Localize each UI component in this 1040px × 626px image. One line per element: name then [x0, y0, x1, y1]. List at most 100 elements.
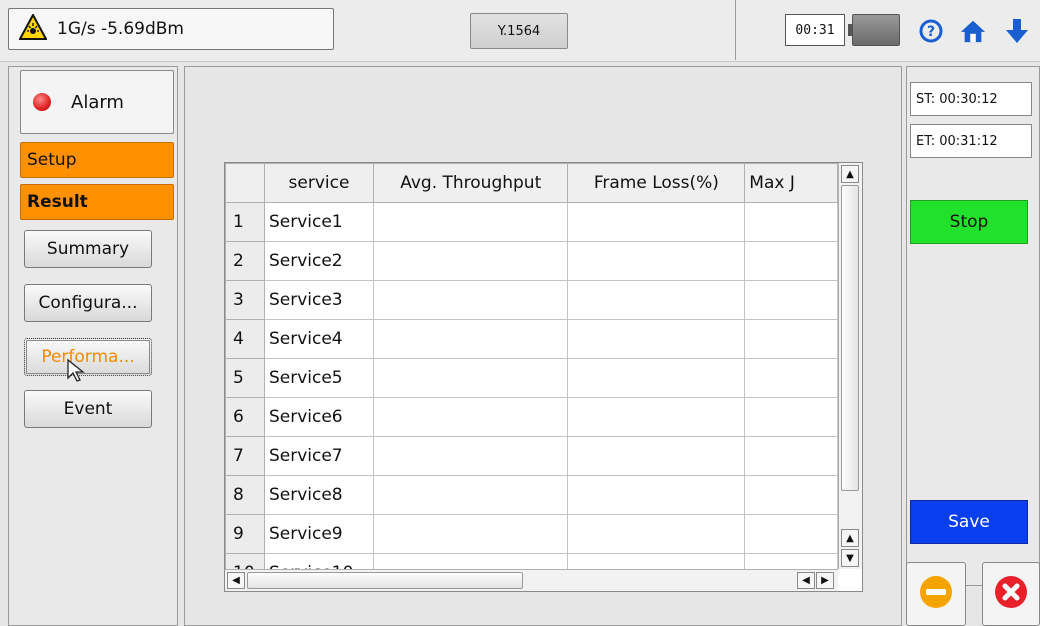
svg-text:?: ? [927, 24, 935, 40]
max-jitter-cell [744, 202, 838, 242]
throughput-cell [372, 514, 569, 554]
clock-display: 00:31 [785, 14, 845, 46]
frame-loss-cell [567, 514, 746, 554]
column-header-frame-loss[interactable]: Frame Loss(%) [567, 163, 746, 203]
row-number: 1 [225, 202, 265, 242]
minimize-button[interactable] [906, 562, 966, 626]
scroll-up-arrow-icon[interactable]: ▲ [841, 529, 859, 547]
row-number: 4 [225, 319, 265, 359]
scroll-right-arrow-icon[interactable]: ▶ [816, 572, 834, 589]
alarm-button[interactable]: Alarm [20, 70, 174, 134]
scroll-left-arrow-icon[interactable]: ◀ [797, 572, 815, 589]
table-row[interactable]: 4 Service4 [225, 319, 838, 359]
max-jitter-cell [744, 436, 838, 476]
service-cell: Service3 [263, 280, 374, 320]
nav-event-button[interactable]: Event [24, 390, 152, 428]
table-row[interactable]: 2 Service2 [225, 241, 838, 281]
throughput-cell [372, 202, 569, 242]
throughput-cell [372, 475, 569, 515]
scroll-up-arrow-icon[interactable]: ▲ [841, 165, 859, 183]
max-jitter-cell [744, 358, 838, 398]
table-row[interactable]: 3 Service3 [225, 280, 838, 320]
max-jitter-cell [744, 319, 838, 359]
table-row[interactable]: 5 Service5 [225, 358, 838, 398]
scroll-left-arrow-icon[interactable]: ◀ [227, 572, 245, 589]
signal-text: 1G/s -5.69dBm [57, 19, 184, 39]
scroll-down-arrow-icon[interactable]: ▼ [841, 549, 859, 567]
throughput-cell [372, 553, 569, 569]
max-jitter-cell [744, 553, 838, 569]
row-number: 7 [225, 436, 265, 476]
max-jitter-cell [744, 280, 838, 320]
row-number: 2 [225, 241, 265, 281]
stop-button[interactable]: Stop [910, 200, 1028, 244]
table-corner-cell [225, 163, 265, 203]
help-icon[interactable]: ? [918, 18, 944, 44]
row-number: 10 [225, 553, 265, 569]
frame-loss-cell [567, 475, 746, 515]
frame-loss-cell [567, 436, 746, 476]
throughput-cell [372, 319, 569, 359]
save-button[interactable]: Save [910, 500, 1028, 544]
frame-loss-cell [567, 241, 746, 281]
table-row[interactable]: 1 Service1 [225, 202, 838, 242]
nav-performance-button[interactable]: Performa... [24, 338, 152, 376]
horizontal-scroll-thumb[interactable] [247, 572, 523, 589]
tab-result[interactable]: Result [20, 184, 174, 220]
max-jitter-cell [744, 241, 838, 281]
throughput-cell [372, 280, 569, 320]
service-cell: Service1 [263, 202, 374, 242]
row-number: 5 [225, 358, 265, 398]
vertical-scroll-thumb[interactable] [841, 185, 859, 491]
frame-loss-cell [567, 280, 746, 320]
tab-setup[interactable]: Setup [20, 142, 174, 178]
column-header-avg-throughput[interactable]: Avg. Throughput [372, 163, 569, 203]
close-icon [993, 574, 1029, 614]
row-number: 3 [225, 280, 265, 320]
nav-summary-button[interactable]: Summary [24, 230, 152, 268]
alarm-indicator-icon [33, 93, 51, 111]
laser-warning-icon [18, 12, 48, 44]
service-cell: Service4 [263, 319, 374, 359]
close-button[interactable] [982, 562, 1040, 626]
max-jitter-cell [744, 475, 838, 515]
service-cell: Service10 [263, 553, 374, 569]
frame-loss-cell [567, 319, 746, 359]
frame-loss-cell [567, 358, 746, 398]
service-cell: Service9 [263, 514, 374, 554]
start-time-display: ST: 00:30:12 [910, 82, 1032, 116]
vertical-scrollbar[interactable]: ▲ ▲ ▼ [838, 163, 862, 569]
table-header-row: service Avg. Throughput Frame Loss(%) Ma… [225, 163, 838, 203]
results-table: service Avg. Throughput Frame Loss(%) Ma… [224, 162, 863, 592]
arrow-down-icon[interactable] [1004, 18, 1030, 44]
signal-status-box: 1G/s -5.69dBm [8, 8, 334, 50]
row-number: 8 [225, 475, 265, 515]
table-row[interactable]: 7 Service7 [225, 436, 838, 476]
max-jitter-cell [744, 514, 838, 554]
mode-button[interactable]: Y.1564 [470, 13, 568, 49]
throughput-cell [372, 241, 569, 281]
throughput-cell [372, 397, 569, 437]
table-row[interactable]: 6 Service6 [225, 397, 838, 437]
alarm-label: Alarm [71, 91, 124, 113]
max-jitter-cell [744, 397, 838, 437]
column-header-service[interactable]: service [263, 163, 374, 203]
row-number: 9 [225, 514, 265, 554]
table-row[interactable]: 8 Service8 [225, 475, 838, 515]
column-header-max-jitter[interactable]: Max J [744, 163, 838, 203]
minus-circle-icon [918, 574, 954, 614]
top-divider [735, 0, 736, 60]
home-icon[interactable] [960, 18, 986, 44]
throughput-cell [372, 436, 569, 476]
table-row[interactable]: 9 Service9 [225, 514, 838, 554]
horizontal-scrollbar[interactable]: ◀ ◀ ▶ [225, 569, 838, 591]
frame-loss-cell [567, 553, 746, 569]
row-number: 6 [225, 397, 265, 437]
battery-icon [848, 14, 900, 46]
mouse-cursor-icon [66, 358, 88, 388]
service-cell: Service5 [263, 358, 374, 398]
nav-configuration-button[interactable]: Configura... [24, 284, 152, 322]
frame-loss-cell [567, 202, 746, 242]
service-cell: Service7 [263, 436, 374, 476]
table-row[interactable]: 10Service10 [225, 553, 838, 569]
